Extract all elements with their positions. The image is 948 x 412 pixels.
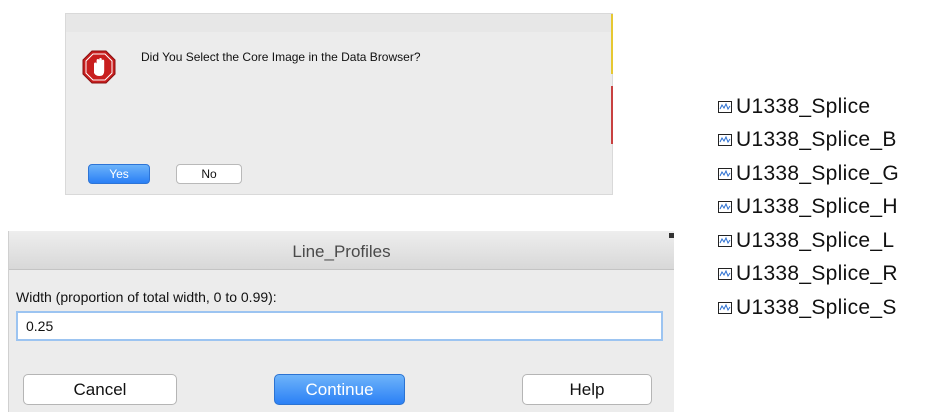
line-profiles-dialog: Line_Profiles Width (proportion of total… [8,231,674,412]
wave-icon [718,268,732,281]
list-item[interactable]: U1338_Splice_B [718,124,899,158]
wave-label: U1338_Splice_S [736,295,897,319]
wave-icon [718,234,732,247]
width-input[interactable] [16,311,663,341]
wave-label: U1338_Splice_R [736,262,898,286]
wave-icon [718,167,732,180]
alert-edge-highlight [611,14,613,74]
wave-label: U1338_Splice_G [736,161,899,185]
dialog-title: Line_Profiles [292,242,391,261]
width-label: Width (proportion of total width, 0 to 0… [16,289,277,305]
alert-title-bar[interactable] [66,14,612,32]
list-item[interactable]: U1338_Splice_R [718,258,899,292]
wave-label: U1338_Splice_H [736,195,898,219]
yes-button[interactable]: Yes [88,164,150,184]
wave-label: U1338_Splice_B [736,128,897,152]
list-item[interactable]: U1338_Splice_L [718,224,899,258]
dialog-title-bar[interactable]: Line_Profiles [9,231,674,270]
no-button[interactable]: No [176,164,242,184]
cancel-button[interactable]: Cancel [23,374,177,405]
resize-corner [669,233,674,238]
list-item[interactable]: U1338_Splice_G [718,157,899,191]
alert-edge-highlight-red [611,86,613,144]
wave-icon [718,201,732,214]
alert-message: Did You Select the Core Image in the Dat… [141,50,421,64]
list-item[interactable]: U1338_Splice [718,90,899,124]
wave-label: U1338_Splice [736,94,871,118]
list-item[interactable]: U1338_Splice_H [718,191,899,225]
wave-list: U1338_Splice U1338_Splice_B U1338_Splice… [718,90,899,325]
continue-button[interactable]: Continue [274,374,405,405]
wave-icon [718,100,732,113]
stop-hand-icon [82,50,116,84]
wave-icon [718,134,732,147]
help-button[interactable]: Help [522,374,652,405]
wave-label: U1338_Splice_L [736,228,895,252]
alert-dialog: Did You Select the Core Image in the Dat… [65,13,613,195]
list-item[interactable]: U1338_Splice_S [718,291,899,325]
wave-icon [718,301,732,314]
